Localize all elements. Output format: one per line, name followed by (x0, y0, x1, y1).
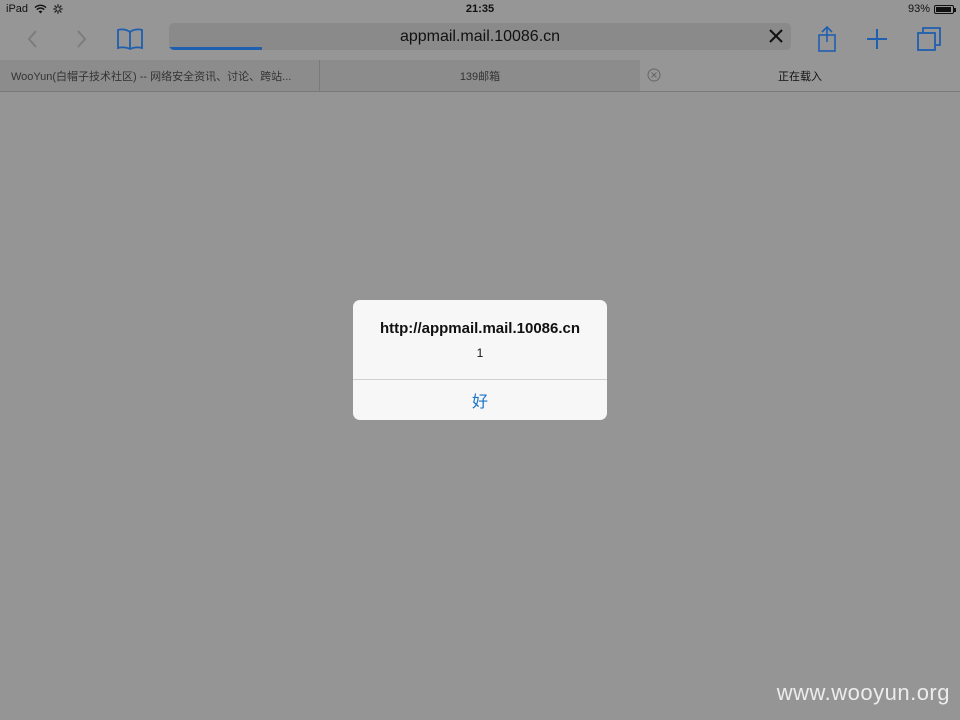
watermark: www.wooyun.org (776, 680, 950, 705)
tab-bar: WooYun(白帽子技术社区) -- 网络安全资讯、讨论、跨站... 139邮箱… (0, 60, 960, 92)
share-icon[interactable] (812, 24, 842, 54)
clear-icon[interactable] (767, 27, 785, 45)
page-load-progress (169, 47, 263, 50)
battery-percent: 93% (907, 3, 930, 15)
address-bar[interactable]: appmail.mail.10086.cn (169, 23, 791, 50)
tab-loading[interactable]: 正在载入 (640, 60, 960, 91)
tab-label: 正在载入 (778, 70, 822, 83)
tabs-icon[interactable] (914, 24, 944, 54)
url-text[interactable]: appmail.mail.10086.cn (169, 28, 791, 46)
alert-title: http://appmail.mail.10086.cn (379, 320, 581, 337)
battery-icon (934, 4, 956, 14)
back-icon[interactable] (18, 24, 48, 54)
tab-139mail[interactable]: 139邮箱 (320, 60, 640, 91)
alert-message: 1 (476, 346, 484, 360)
ok-button[interactable]: 好 (353, 380, 607, 420)
alert-dialog: http://appmail.mail.10086.cn 1 好 (353, 300, 607, 420)
battery-level (936, 6, 951, 12)
tab-label: 139邮箱 (459, 70, 501, 83)
tab-label: WooYun(白帽子技术社区) -- 网络安全资讯、讨论、跨站... (11, 70, 292, 83)
bookmarks-icon[interactable] (115, 24, 145, 54)
forward-icon[interactable] (66, 24, 96, 54)
tab-wooyun[interactable]: WooYun(白帽子技术社区) -- 网络安全资讯、讨论、跨站... (0, 60, 320, 91)
close-tab-icon[interactable] (647, 68, 661, 82)
status-right: 93% (907, 3, 956, 15)
new-tab-icon[interactable] (862, 24, 892, 54)
browser-toolbar: appmail.mail.10086.cn (0, 20, 960, 60)
status-bar: iPad 21:35 93% (0, 0, 960, 20)
clock: 21:35 (465, 3, 495, 15)
